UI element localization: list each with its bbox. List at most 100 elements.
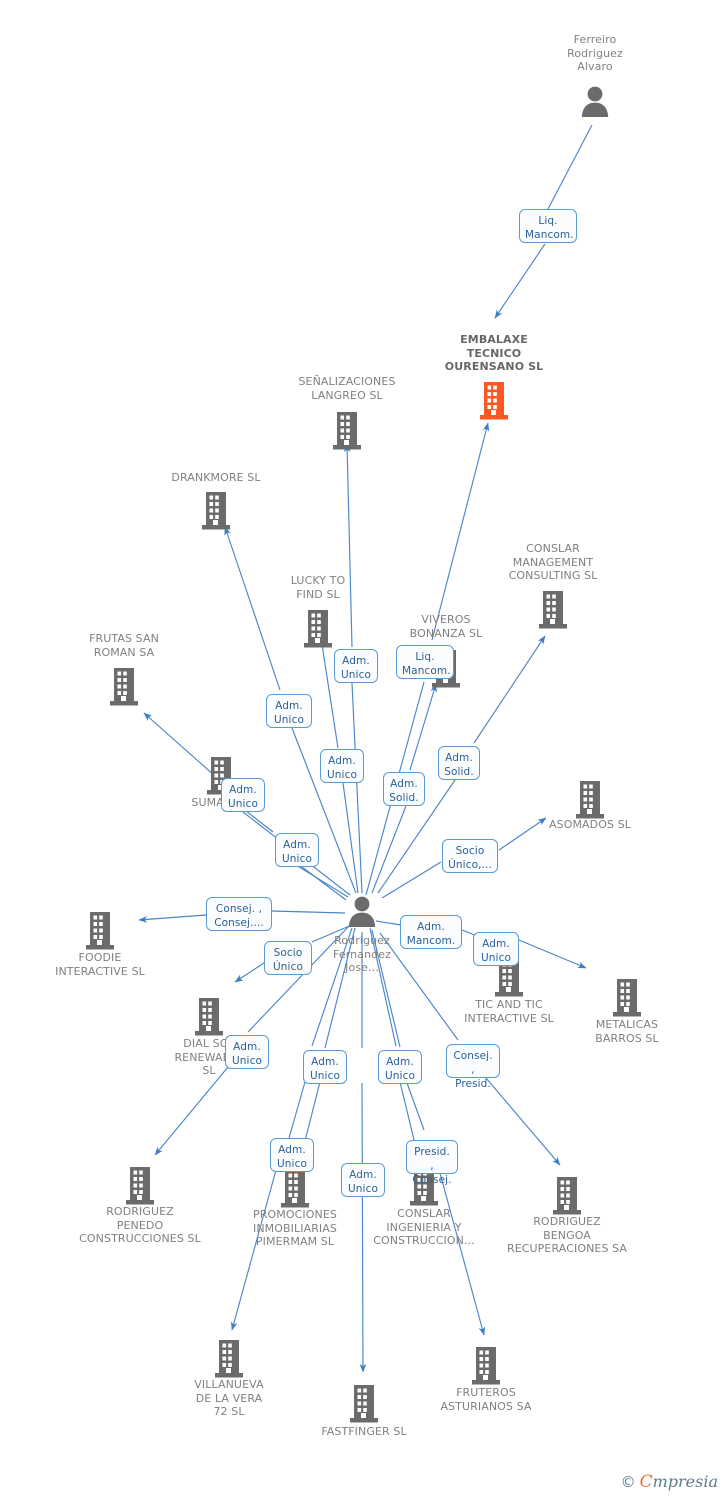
graph-node-conslar_mgmt[interactable]: CONSLAR MANAGEMENT CONSULTING SL — [473, 542, 633, 583]
graph-node-senalizaciones[interactable]: SEÑALIZACIONES LANGREO SL — [267, 375, 427, 402]
node-icon-senalizaciones[interactable] — [267, 412, 427, 450]
company-building-icon — [110, 668, 138, 706]
graph-node-foodie[interactable]: FOODIE INTERACTIVE SL — [20, 951, 180, 978]
graph-node-asomados[interactable]: ASOMADOS SL — [510, 818, 670, 832]
relation-label-r2[interactable]: Adm. Unico — [334, 649, 378, 683]
relationship-graph-canvas: Ferreiro Rodriguez Alvaro EMBALAXE TECNIC… — [0, 0, 728, 1500]
company-building-icon — [267, 412, 427, 450]
node-label-rodriguez_ben: RODRIGUEZ BENGOA RECUPERACIONES SA — [506, 1215, 628, 1255]
relation-label-r16[interactable]: Adm. Unico — [303, 1050, 347, 1084]
company-building-icon — [281, 1170, 309, 1208]
company-building-icon — [472, 1347, 500, 1385]
brand-name: Cmpresia — [639, 1472, 718, 1492]
person-icon — [581, 86, 609, 117]
company-building-icon — [576, 781, 604, 819]
node-label-lucky: LUCKY TO FIND SL — [290, 574, 346, 601]
graph-node-frutas[interactable]: FRUTAS SAN ROMAN SA — [44, 632, 204, 659]
relation-label-r12[interactable]: Adm. Mancom. — [400, 915, 462, 949]
edge-rodriguez_jose-to-sumaco — [295, 864, 349, 898]
graph-node-embalaxe[interactable]: EMBALAXE TECNICO OURENSANO SL — [414, 333, 574, 374]
person-icon — [515, 85, 675, 117]
node-icon-asomados[interactable] — [510, 781, 670, 819]
graph-node-metalicas[interactable]: METALICAS BARROS SL — [547, 1018, 707, 1045]
graph-node-rodriguez_ben[interactable]: RODRIGUEZ BENGOA RECUPERACIONES SA — [487, 1215, 647, 1256]
edge-rodriguez_jose-to-rodriguez_pen — [154, 1066, 229, 1156]
company-building-icon — [20, 912, 180, 950]
node-icon-drankmore[interactable] — [136, 492, 296, 530]
company-building-icon — [304, 610, 332, 648]
relation-label-r13[interactable]: Adm. Unico — [473, 932, 519, 966]
node-icon-rodriguez_pen[interactable] — [60, 1167, 220, 1205]
relation-label-r6[interactable]: Adm. Unico — [320, 749, 364, 783]
edge-rodriguez_jose-to-lucky — [342, 782, 359, 894]
company-building-icon — [547, 979, 707, 1017]
node-icon-foodie[interactable] — [20, 912, 180, 950]
edge-rodriguez_jose-to-dialsol — [234, 962, 265, 983]
graph-node-drankmore[interactable]: DRANKMORE SL — [136, 471, 296, 485]
relation-label-r4[interactable]: Adm. Unico — [266, 694, 312, 728]
node-label-fastfinger: FASTFINGER SL — [321, 1425, 407, 1438]
person-icon — [348, 896, 376, 927]
relation-label-r1[interactable]: Liq. Mancom. — [519, 209, 577, 243]
company-building-icon — [480, 382, 508, 420]
relation-label-r11[interactable]: Consej. , Consej.... — [206, 897, 272, 931]
company-building-icon — [195, 998, 223, 1036]
node-icon-embalaxe[interactable] — [414, 382, 574, 420]
company-building-icon — [553, 1177, 581, 1215]
node-label-embalaxe: EMBALAXE TECNICO OURENSANO SL — [444, 333, 544, 373]
relation-label-r20[interactable]: Presid. , Consej. — [406, 1140, 458, 1186]
node-label-fruteros: FRUTEROS ASTURIANOS SA — [440, 1386, 532, 1413]
node-label-senalizaciones: SEÑALIZACIONES LANGREO SL — [298, 375, 396, 402]
company-building-icon — [202, 492, 230, 530]
node-label-ferreiro: Ferreiro Rodriguez Alvaro — [567, 33, 623, 73]
node-label-viveros: VIVEROS BONANZA SL — [409, 613, 483, 640]
edge-ferreiro-to-embalaxe — [494, 243, 546, 319]
relation-label-r7[interactable]: Adm. Solid. — [383, 772, 425, 806]
graph-node-fastfinger[interactable]: FASTFINGER SL — [284, 1425, 444, 1439]
node-icon-ferreiro[interactable] — [515, 85, 675, 117]
relation-label-r9[interactable]: Adm. Unico — [275, 833, 319, 867]
relation-label-r19[interactable]: Adm. Unico — [270, 1138, 314, 1172]
node-icon-dialsol[interactable] — [129, 998, 289, 1036]
graph-node-rodriguez_pen[interactable]: RODRIGUEZ PENEDO CONSTRUCCIONES SL — [60, 1205, 220, 1246]
edge-layer — [138, 124, 593, 1373]
relation-label-r15[interactable]: Adm. Unico — [225, 1035, 269, 1069]
company-building-icon — [613, 979, 641, 1017]
node-icon-frutas[interactable] — [44, 668, 204, 706]
graph-node-viveros[interactable]: VIVEROS BONANZA SL — [366, 613, 526, 640]
graph-node-conslar_ing[interactable]: CONSLAR INGENIERIA Y CONSTRUCCION... — [344, 1207, 504, 1248]
node-label-metalicas: METALICAS BARROS SL — [595, 1018, 659, 1045]
relation-label-r10[interactable]: Socio Único,... — [442, 839, 498, 873]
graph-node-ferreiro[interactable]: Ferreiro Rodriguez Alvaro — [515, 33, 675, 74]
node-icon-metalicas[interactable] — [547, 979, 707, 1017]
relation-label-r17[interactable]: Adm. Unico — [378, 1050, 422, 1084]
graph-node-lucky[interactable]: LUCKY TO FIND SL — [238, 574, 398, 601]
edge-rodriguez_jose-to-villanueva — [288, 1081, 306, 1139]
edge-rodriguez_jose-to-rodriguez_ben — [485, 1077, 561, 1166]
relation-label-r14[interactable]: Socio Único — [264, 941, 312, 975]
company-building-icon — [136, 492, 296, 530]
relation-label-r5[interactable]: Adm. Solid. — [438, 746, 480, 780]
company-building-icon — [129, 998, 289, 1036]
copyright-symbol: © — [620, 1473, 636, 1491]
company-building-icon — [149, 1340, 309, 1378]
relation-label-r8[interactable]: Adm. Unico — [221, 778, 265, 812]
company-building-icon — [44, 668, 204, 706]
edge-rodriguez_jose-to-fruteros — [406, 1082, 425, 1131]
company-building-icon — [406, 1347, 566, 1385]
node-label-drankmore: DRANKMORE SL — [171, 471, 261, 484]
company-building-icon — [86, 912, 114, 950]
node-label-asomados: ASOMADOS SL — [549, 818, 631, 831]
graph-node-fruteros[interactable]: FRUTEROS ASTURIANOS SA — [406, 1386, 566, 1413]
node-label-conslar_mgmt: CONSLAR MANAGEMENT CONSULTING SL — [508, 542, 598, 582]
relation-label-r18[interactable]: Consej. , Presid. — [446, 1044, 500, 1090]
edge-rodriguez_jose-to-senalizaciones — [351, 682, 363, 894]
node-label-frutas: FRUTAS SAN ROMAN SA — [89, 632, 159, 659]
relation-label-r3[interactable]: Liq. Mancom. — [396, 645, 454, 679]
node-icon-rodriguez_ben[interactable] — [487, 1177, 647, 1215]
node-icon-villanueva[interactable] — [149, 1340, 309, 1378]
relation-label-r21[interactable]: Adm. Unico — [341, 1163, 385, 1197]
edge-rodriguez_jose-to-viveros — [409, 683, 437, 771]
node-icon-fruteros[interactable] — [406, 1347, 566, 1385]
company-building-icon — [539, 591, 567, 629]
